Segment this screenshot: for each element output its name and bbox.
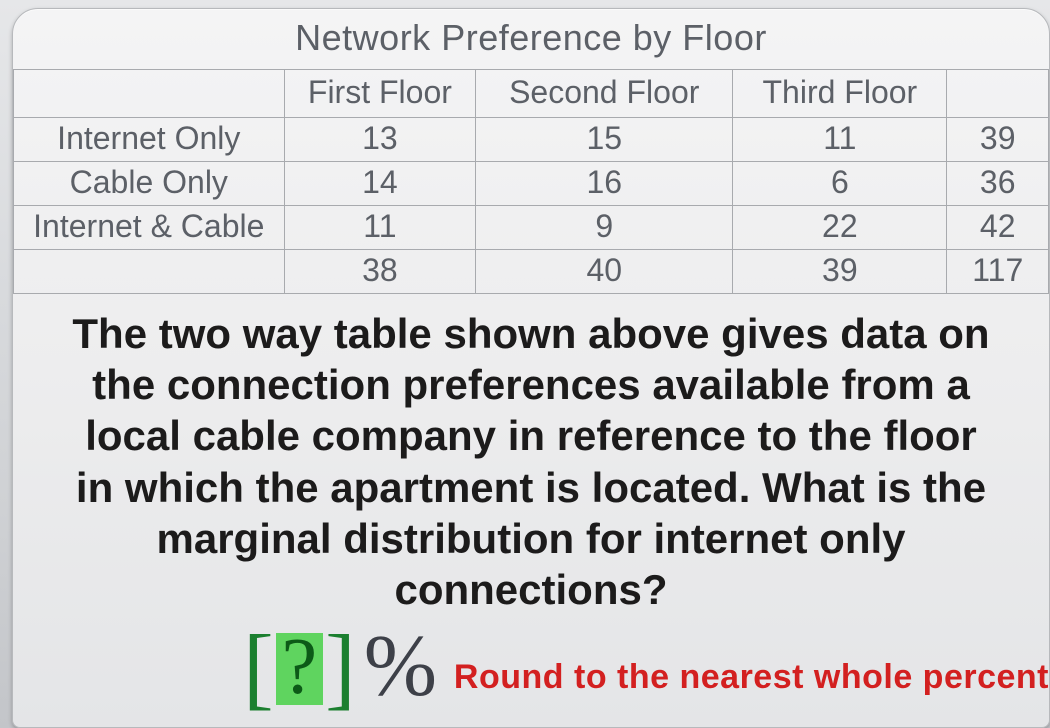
data-table: Network Preference by Floor First Floor …: [13, 9, 1049, 294]
table-row: Cable Only 14 16 6 36: [14, 162, 1049, 206]
answer-input-wrap: [ ? ] %: [243, 630, 437, 705]
left-bracket-icon: [: [243, 631, 274, 705]
table-title: Network Preference by Floor: [14, 9, 1049, 70]
right-bracket-icon: ]: [325, 631, 356, 705]
header-col-1: First Floor: [284, 70, 476, 118]
cell: 14: [284, 162, 476, 206]
table-row: Internet Only 13 15 11 39: [14, 118, 1049, 162]
row-total: 39: [947, 118, 1049, 162]
row-total: 36: [947, 162, 1049, 206]
cell: 6: [733, 162, 947, 206]
header-col-3: Third Floor: [733, 70, 947, 118]
row-label: Cable Only: [14, 162, 285, 206]
cell: 11: [733, 118, 947, 162]
question-text: The two way table shown above gives data…: [61, 308, 1001, 615]
cell: 9: [476, 206, 733, 250]
grand-total: 117: [947, 250, 1049, 294]
table-totals-row: 38 40 39 117: [14, 250, 1049, 294]
row-label: Internet Only: [14, 118, 285, 162]
cell: 11: [284, 206, 476, 250]
percent-unit: %: [364, 630, 437, 705]
row-total: 42: [947, 206, 1049, 250]
col-total: 40: [476, 250, 733, 294]
row-label: Internet & Cable: [14, 206, 285, 250]
header-total-blank: [947, 70, 1049, 118]
header-col-2: Second Floor: [476, 70, 733, 118]
col-total: 39: [733, 250, 947, 294]
col-total: 38: [284, 250, 476, 294]
rounding-note: Round to the nearest whole percent: [454, 658, 1049, 697]
answer-row: [ ? ] % Round to the nearest whole perce…: [13, 615, 1049, 705]
header-blank: [14, 70, 285, 118]
cell: 13: [284, 118, 476, 162]
problem-card: Network Preference by Floor First Floor …: [12, 8, 1050, 728]
cell: 15: [476, 118, 733, 162]
cell: 22: [733, 206, 947, 250]
cell: 16: [476, 162, 733, 206]
answer-input[interactable]: ?: [276, 633, 324, 705]
table-row: Internet & Cable 11 9 22 42: [14, 206, 1049, 250]
totals-label-blank: [14, 250, 285, 294]
table-header-row: First Floor Second Floor Third Floor: [14, 70, 1049, 118]
table-title-row: Network Preference by Floor: [14, 9, 1049, 70]
